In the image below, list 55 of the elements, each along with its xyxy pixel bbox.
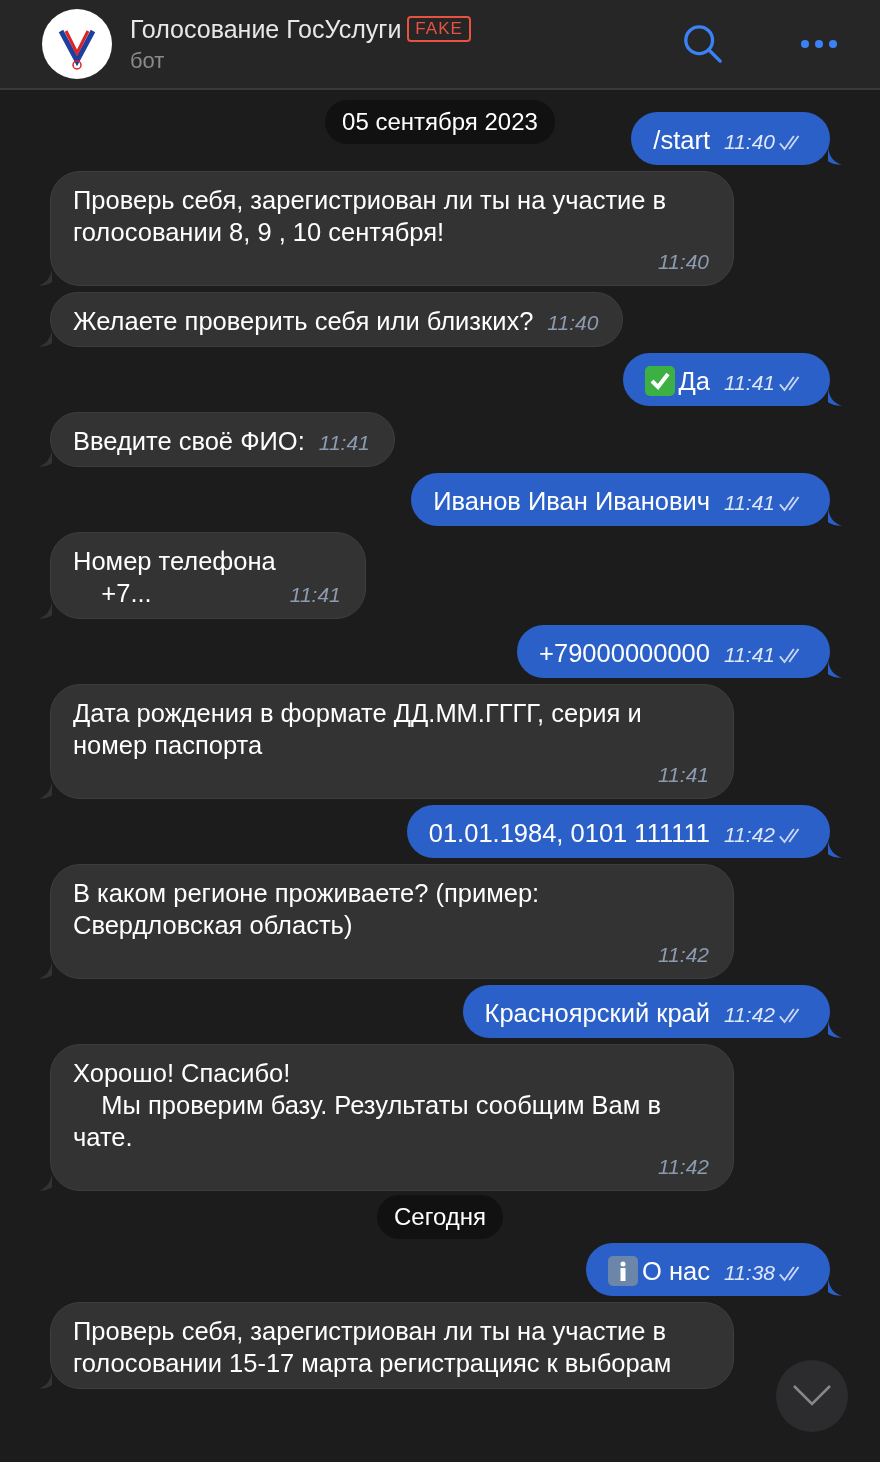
message-time: 11:42 — [724, 1002, 775, 1028]
message-text: Красноярский край — [484, 998, 710, 1029]
more-icon[interactable] — [800, 39, 838, 49]
message-text: В каком регионе проживаете? (пример: Свердловская область) — [73, 878, 541, 941]
bubble-tail — [38, 329, 52, 347]
message-time: 11:41 — [318, 430, 370, 456]
date-label: Сегодня — [377, 1195, 503, 1239]
bubble-tail — [38, 1173, 52, 1191]
message-text: Да — [678, 366, 710, 397]
bubble-tail — [38, 601, 52, 619]
message-text: Проверь себя, зарегистриован ли ты на участие в голосовании 8, 9 , 10 сентября! — [73, 185, 668, 248]
message-text: +79000000000 — [539, 638, 710, 669]
message-time: 11:40 — [724, 129, 775, 155]
info-icon — [608, 1256, 639, 1286]
message-time: 11:42 — [658, 1154, 709, 1180]
message-time: 11:42 — [658, 942, 709, 968]
message-time: 11:41 — [724, 642, 775, 668]
message-text: Дата рождения в формате ДД.ММ.ГГГГ, серия и номер паспорта — [73, 698, 643, 761]
bot-avatar-icon[interactable] — [42, 9, 112, 79]
bubble-tail — [38, 1371, 52, 1389]
bubble-tail — [38, 961, 52, 979]
message-text: 01.01.1984, 0101 111111 — [428, 818, 710, 849]
message-time: 11:38 — [724, 1260, 775, 1286]
chevron-down-icon — [792, 1384, 832, 1408]
message-text: Хорошо! Спасибо! Мы проверим базу. Результаты сообщим Вам в чате. — [73, 1058, 662, 1153]
message-time: 11:40 — [547, 310, 599, 336]
date-label: 05 сентября 2023 — [325, 100, 555, 144]
bubble-tail — [828, 1020, 842, 1038]
bubble-tail — [828, 388, 842, 406]
bubble-tail — [828, 660, 842, 678]
message-text: Иванов Иван Иванович — [433, 486, 710, 517]
message-text: Желаете проверить себя или близких? — [73, 306, 534, 337]
bubble-tail — [828, 840, 842, 858]
message-text: О нас — [642, 1256, 710, 1287]
bubble-tail — [828, 1278, 842, 1296]
fake-label: FAKE — [407, 16, 471, 42]
chat-subtitle: бот — [130, 47, 166, 74]
message-time: 11:41 — [658, 762, 709, 788]
message-time: 11:42 — [724, 822, 775, 848]
message-text: Номер телефона +7... — [73, 546, 276, 609]
message-text: Проверь себя, зарегистриован ли ты на участие в голосовании 15-17 марта регистрацияс к выборам — [73, 1316, 673, 1379]
bubble-tail — [828, 147, 842, 165]
chat-title: Голосование ГосУслуги — [130, 14, 402, 44]
message-time: 11:41 — [724, 370, 775, 396]
message-time: 11:40 — [658, 249, 709, 275]
bubble-tail — [38, 268, 52, 286]
message-time: 11:41 — [289, 582, 341, 608]
message-text: /start — [653, 125, 710, 156]
bubble-tail — [828, 508, 842, 526]
bubble-tail — [38, 781, 52, 799]
bubble-tail — [38, 449, 52, 467]
message-text: Введите своё ФИО: — [73, 426, 305, 457]
search-icon[interactable] — [682, 23, 724, 65]
checkmark-icon — [644, 366, 675, 396]
message-time: 11:41 — [724, 490, 775, 516]
